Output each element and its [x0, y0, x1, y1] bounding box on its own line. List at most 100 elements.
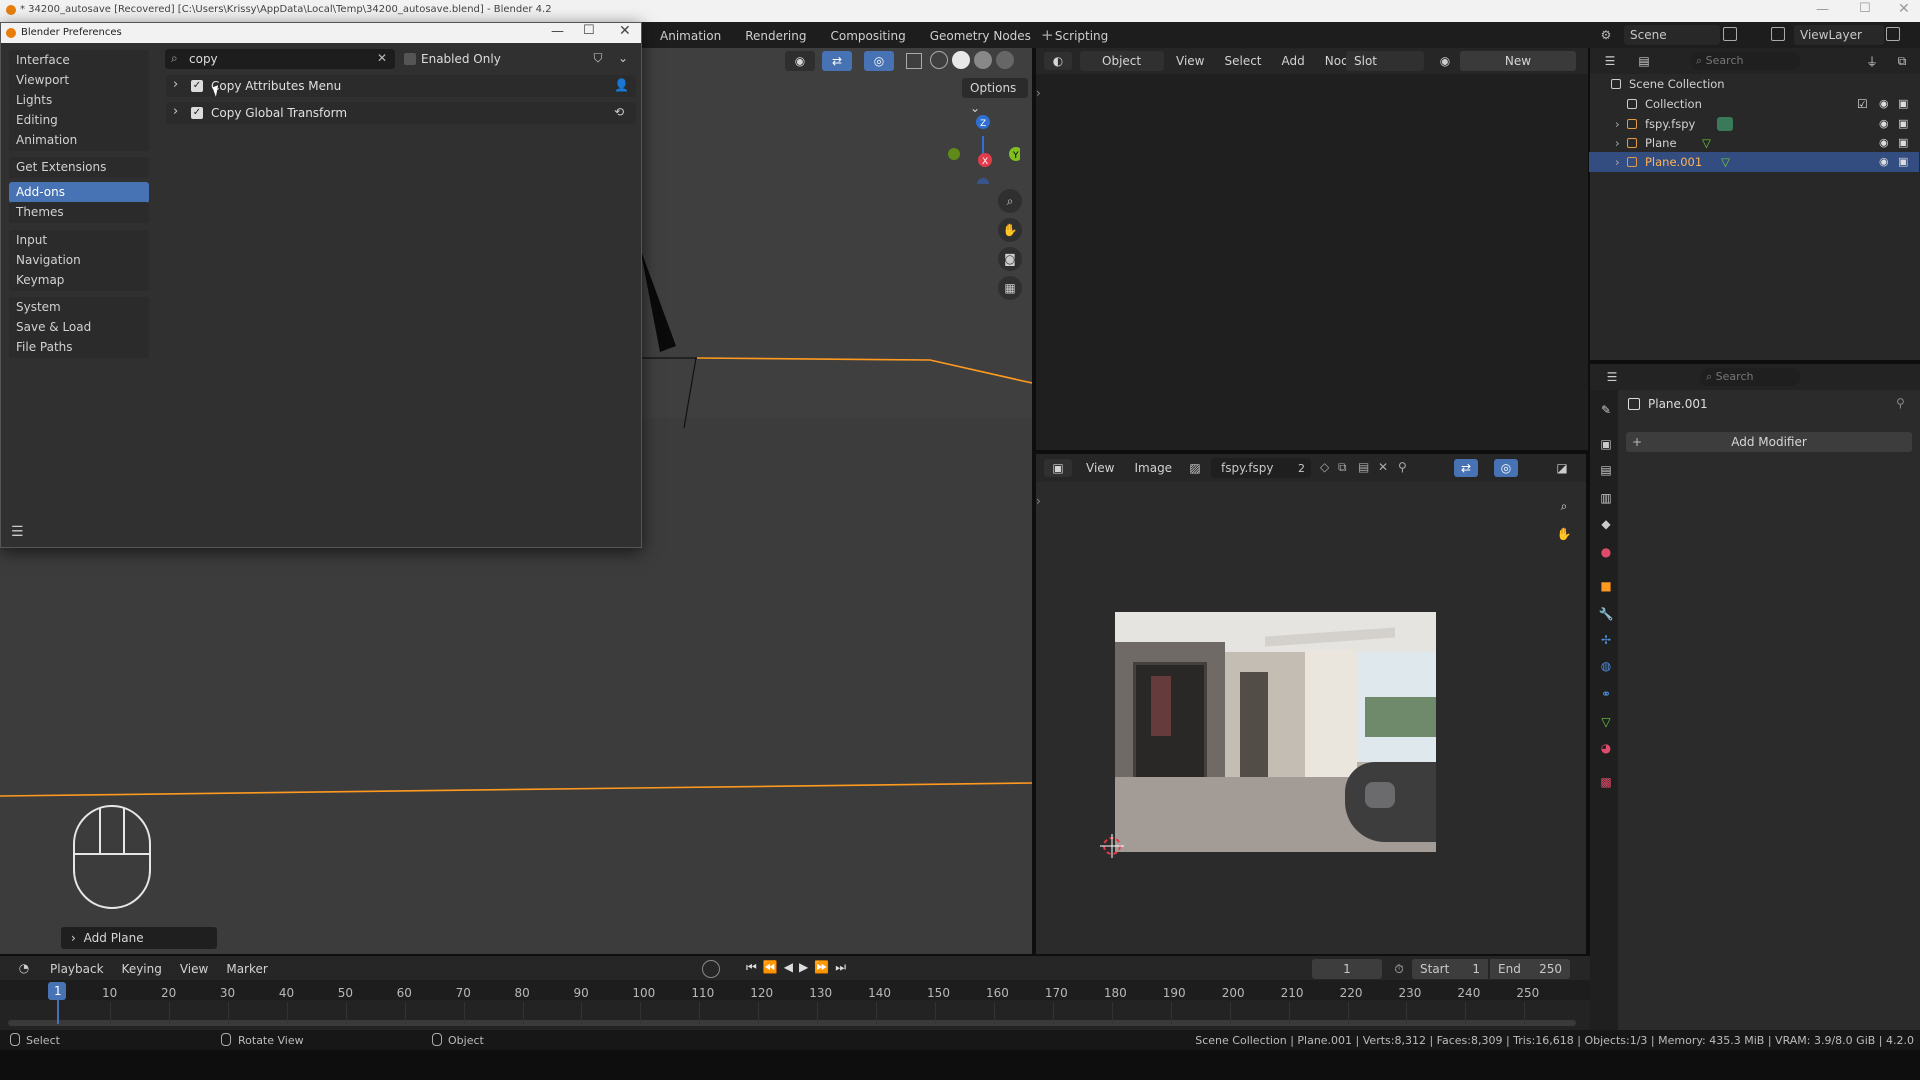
view-layer-tab-icon[interactable]: ▥ [1598, 490, 1614, 506]
add-workspace-icon[interactable]: + [1041, 26, 1054, 44]
prefs-sidebar-item[interactable]: Save & Load [9, 317, 149, 338]
viewport-overlay-toggle[interactable]: ◎ [864, 51, 894, 71]
pin-icon[interactable]: ⚲ [1398, 460, 1407, 474]
xray-toggle-icon[interactable] [906, 53, 922, 69]
options-dropdown[interactable]: Options ⌄ [962, 78, 1028, 115]
duplicate-image-icon[interactable]: ⧉ [1338, 460, 1347, 475]
slot-dropdown[interactable]: Slot [1346, 51, 1424, 71]
outliner-row[interactable]: › fspy.fspy ◉ ▣ [1589, 114, 1919, 134]
image-menu-item[interactable]: Image [1134, 461, 1172, 475]
render-camera-icon[interactable]: ▣ [1898, 152, 1908, 172]
image-zoom-icon[interactable]: ⌕ [1552, 494, 1576, 518]
scene-selector[interactable]: Scene [1624, 25, 1720, 45]
outliner-row[interactable]: Scene Collection [1589, 74, 1919, 94]
timeline-type-icon[interactable]: ◔ [10, 959, 38, 977]
physics-tab-icon[interactable]: ◍ [1598, 658, 1614, 674]
prefs-sidebar-item[interactable]: Input [9, 230, 149, 251]
prefs-close-button[interactable]: ✕ [619, 23, 631, 39]
prefs-sidebar-item[interactable]: Interface [9, 50, 149, 71]
outliner-expand-icon[interactable]: › [1615, 114, 1620, 134]
window-maximize-button[interactable]: ☐ [1859, 1, 1871, 16]
prefs-sidebar-item[interactable]: Viewport [9, 70, 149, 91]
image-menu-item[interactable]: View [1086, 461, 1114, 475]
node-editor[interactable]: ◐ Object View Select Add Node Slot ◉ New › [1036, 48, 1588, 450]
start-frame-field[interactable]: Start 1 [1412, 959, 1488, 979]
jump-start-icon[interactable]: ⏮ [746, 960, 757, 975]
visibility-eye-icon[interactable]: ◉ [1879, 94, 1889, 114]
play-icon[interactable]: ▶ [799, 960, 808, 975]
addon-menu-chevron-icon[interactable]: ⌄ [615, 49, 631, 67]
window-minimize-button[interactable]: — [1816, 2, 1829, 17]
outliner-expand-icon[interactable]: › [1615, 152, 1620, 172]
addon-enabled-checkbox[interactable]: ✓ [191, 107, 203, 119]
fake-user-icon[interactable]: ◇ [1320, 460, 1329, 474]
editor-type-icon[interactable]: ◐ [1044, 52, 1072, 70]
render-camera-icon[interactable]: ▣ [1898, 114, 1908, 134]
prefs-sidebar-item[interactable]: Themes [9, 202, 149, 223]
pan-hand-icon[interactable]: ✋ [998, 218, 1022, 242]
prefs-sidebar-item[interactable]: Animation [9, 130, 149, 151]
prefs-maximize-button[interactable]: ☐ [583, 23, 595, 38]
particles-tab-icon[interactable]: ✢ [1598, 632, 1614, 648]
enabled-only-checkbox[interactable] [404, 53, 416, 65]
jump-end-icon[interactable]: ⏭ [835, 960, 846, 975]
visibility-eye-icon[interactable]: ◉ [1879, 114, 1889, 134]
outliner-type-icon[interactable]: ☰ [1596, 52, 1624, 70]
tool-tab-icon[interactable]: ✎ [1598, 402, 1614, 418]
outliner-row[interactable]: › Plane.001 ◉ ▣ ▽ [1589, 152, 1919, 172]
render-camera-icon[interactable]: ▣ [1898, 94, 1908, 114]
window-close-button[interactable]: ✕ [1898, 1, 1910, 17]
prefs-sidebar-item[interactable]: File Paths [9, 337, 149, 358]
prefs-sidebar-item[interactable]: Navigation [9, 250, 149, 271]
outliner-row[interactable]: Collection ◉ ▣ ☑ [1589, 94, 1919, 114]
node-menu-item[interactable]: Add [1282, 54, 1305, 68]
play-reverse-icon[interactable]: ◀ [784, 960, 793, 975]
addon-enabled-checkbox[interactable]: ✓ [191, 80, 203, 92]
addon-search-field[interactable]: ⌕ copy ✕ [165, 49, 395, 69]
material-browse-icon[interactable]: ◉ [1432, 52, 1458, 70]
properties-editor[interactable]: ☰ ⌕ Search Plane.001 ⚲ + Add Modifier [1590, 364, 1920, 1030]
new-scene-icon[interactable] [1723, 27, 1737, 41]
stopwatch-icon[interactable]: ⏱ [1390, 960, 1408, 978]
scene-tab-icon[interactable]: ◆ [1598, 516, 1614, 532]
viewport-eye-dropdown[interactable]: ◉ [785, 51, 815, 71]
rendered-shading-icon[interactable] [996, 51, 1014, 69]
display-channels-icon[interactable]: ◪ [1550, 459, 1574, 477]
node-menu-item[interactable]: View [1176, 54, 1204, 68]
operator-panel[interactable]: › Add Plane [61, 927, 217, 949]
viewlayer-selector[interactable]: ViewLayer [1794, 25, 1884, 45]
auto-key-icon[interactable] [702, 960, 720, 978]
constraints-tab-icon[interactable]: ⚭ [1598, 686, 1614, 702]
prefs-sidebar-item[interactable]: Keymap [9, 270, 149, 291]
object-tab-icon[interactable]: ■ [1598, 578, 1614, 594]
material-shading-icon[interactable] [974, 51, 992, 69]
prefs-sidebar-item[interactable]: Lights [9, 90, 149, 111]
viewlayer-icon[interactable] [1771, 27, 1785, 41]
outliner-expand-icon[interactable]: › [1615, 133, 1620, 153]
timeline-scrollbar[interactable] [8, 1020, 1576, 1026]
image-editor-type-icon[interactable]: ▣ [1044, 459, 1072, 477]
timeline-menu-item[interactable]: Marker [226, 962, 267, 976]
prefs-sidebar-item[interactable]: Editing [9, 110, 149, 131]
open-image-icon[interactable]: ▤ [1358, 460, 1369, 474]
zoom-icon[interactable]: ⌕ [998, 189, 1022, 213]
workspace-tab[interactable]: Rendering [745, 29, 806, 43]
navigation-gizmo[interactable]: Z Y X [940, 104, 1020, 184]
timeline-menu-item[interactable]: View [180, 962, 208, 976]
image-collapse-arrow-icon[interactable]: › [1036, 494, 1041, 508]
outliner-row[interactable]: › Plane ◉ ▣ ▽ [1589, 133, 1919, 153]
collapse-arrow-icon[interactable]: › [1036, 86, 1041, 100]
new-viewlayer-icon[interactable] [1886, 27, 1900, 41]
image-editor[interactable]: ▣ View Image ▨ fspy.fspy 2 ◇ ⧉ ▤ ✕ ⚲ ⇄ ◎ … [1036, 454, 1586, 954]
solid-shading-icon[interactable] [952, 51, 970, 69]
clear-search-icon[interactable]: ✕ [377, 51, 387, 65]
current-frame-field[interactable]: 1 [1312, 959, 1382, 979]
prefs-sidebar-item[interactable]: System [9, 297, 149, 318]
node-mode-dropdown[interactable]: Object [1080, 51, 1164, 71]
new-collection-icon[interactable]: ⧉ [1890, 52, 1914, 70]
scene-icon[interactable]: ⚙ [1598, 27, 1614, 43]
node-menu-item[interactable]: Select [1224, 54, 1261, 68]
visibility-eye-icon[interactable]: ◉ [1879, 152, 1889, 172]
tag-filter-icon[interactable]: ⛉ [589, 49, 607, 67]
workspace-tab[interactable]: Scripting [1055, 29, 1108, 43]
